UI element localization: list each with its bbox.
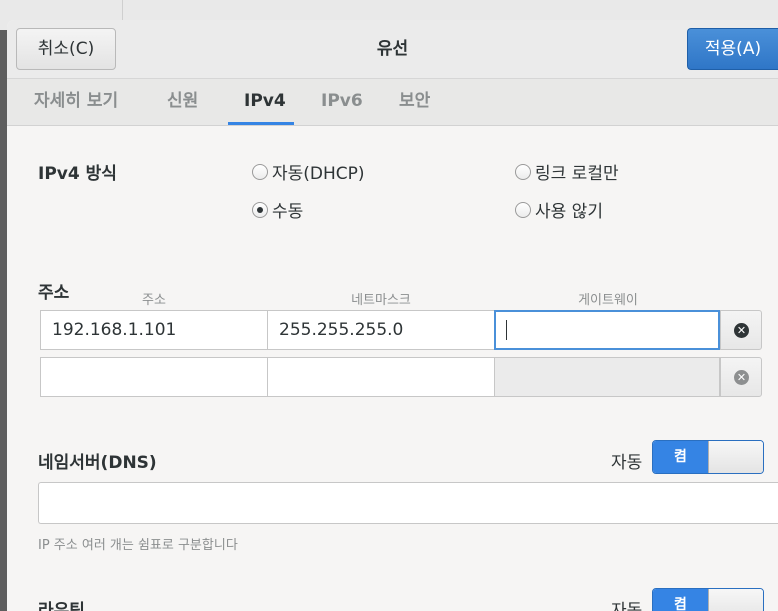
switch-knob bbox=[708, 441, 763, 473]
cancel-button[interactable]: 취소(C) bbox=[16, 28, 116, 70]
address-field[interactable]: 192.168.1.101 bbox=[40, 310, 268, 350]
gateway-column-header: 게이트웨이 bbox=[578, 293, 638, 308]
tab-ipv4[interactable]: IPv4 bbox=[244, 79, 286, 125]
wired-settings-dialog: 유선 취소(C) 적용(A) 자세히 보기 신원 IPv4 IPv6 보안 IP… bbox=[7, 20, 778, 611]
circle-x-icon: ✕ bbox=[734, 323, 749, 338]
dialog-title: 유선 bbox=[376, 39, 409, 59]
method-disabled-label: 사용 않기 bbox=[535, 202, 603, 222]
netmask-column-header: 네트마스크 bbox=[351, 293, 411, 308]
tab-security[interactable]: 보안 bbox=[399, 79, 430, 125]
routes-label: 라우팅 bbox=[38, 601, 85, 611]
background-divider bbox=[122, 0, 123, 20]
address-field-empty[interactable] bbox=[40, 357, 268, 397]
radio-unchecked-icon bbox=[515, 163, 531, 180]
circle-x-icon: ✕ bbox=[734, 370, 749, 385]
method-manual-radio[interactable]: 수동 bbox=[252, 197, 303, 222]
netmask-field-empty[interactable] bbox=[267, 357, 495, 397]
address-column-header: 주소 bbox=[142, 293, 166, 308]
remove-address-button[interactable]: ✕ bbox=[720, 310, 762, 350]
switch-on-label: 켬 bbox=[653, 441, 708, 473]
dns-auto-label: 자동 bbox=[611, 453, 643, 473]
switch-on-label: 켬 bbox=[653, 589, 708, 611]
text-caret bbox=[506, 320, 507, 340]
dns-hint: IP 주소 여러 개는 쉼표로 구분합니다 bbox=[38, 538, 238, 553]
dns-label: 네임서버(DNS) bbox=[38, 453, 157, 473]
radio-unchecked-icon bbox=[515, 201, 531, 218]
switch-knob bbox=[708, 589, 763, 611]
routes-auto-label: 자동 bbox=[611, 601, 643, 611]
radio-unchecked-icon bbox=[252, 163, 268, 180]
gateway-field-empty[interactable] bbox=[494, 357, 720, 397]
ipv4-method-label: IPv4 방식 bbox=[38, 164, 117, 184]
method-link-local-radio[interactable]: 링크 로컬만 bbox=[515, 159, 619, 184]
dialog-header: 유선 취소(C) 적용(A) bbox=[7, 20, 778, 79]
method-dhcp-radio[interactable]: 자동(DHCP) bbox=[252, 159, 365, 184]
dns-input[interactable] bbox=[38, 482, 778, 524]
method-dhcp-label: 자동(DHCP) bbox=[272, 164, 365, 184]
tab-bar: 자세히 보기 신원 IPv4 IPv6 보안 bbox=[7, 79, 778, 126]
tab-identity[interactable]: 신원 bbox=[167, 79, 198, 125]
active-tab-indicator bbox=[228, 122, 294, 125]
apply-button[interactable]: 적용(A) bbox=[687, 28, 778, 70]
method-manual-label: 수동 bbox=[272, 202, 304, 222]
method-link-local-label: 링크 로컬만 bbox=[535, 164, 619, 184]
tab-ipv6[interactable]: IPv6 bbox=[321, 79, 363, 125]
method-disabled-radio[interactable]: 사용 않기 bbox=[515, 197, 603, 222]
dns-auto-switch[interactable]: 켬 bbox=[652, 440, 764, 474]
tab-details[interactable]: 자세히 보기 bbox=[34, 79, 118, 125]
netmask-field[interactable]: 255.255.255.0 bbox=[267, 310, 495, 350]
address-table: 192.168.1.101 255.255.255.0 ✕ ✕ bbox=[40, 310, 762, 400]
routes-auto-switch[interactable]: 켬 bbox=[652, 588, 764, 611]
remove-address-button-disabled[interactable]: ✕ bbox=[720, 357, 762, 397]
gateway-field[interactable] bbox=[494, 310, 720, 350]
radio-checked-icon bbox=[252, 201, 268, 218]
